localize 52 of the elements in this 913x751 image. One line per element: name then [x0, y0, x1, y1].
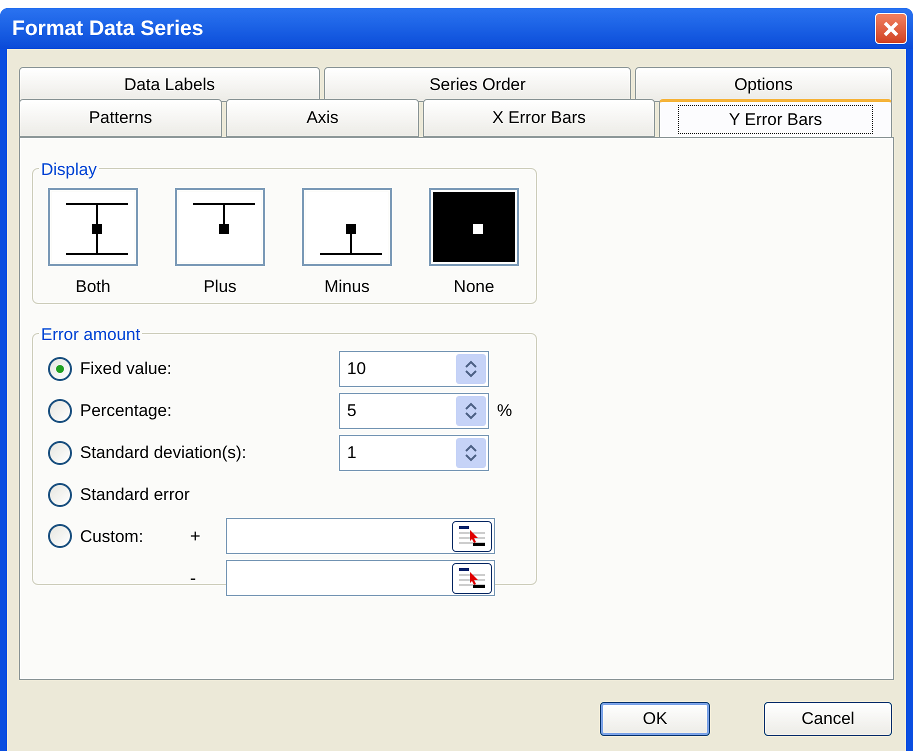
radio-button[interactable]: [48, 524, 72, 548]
spin-button[interactable]: [456, 396, 486, 426]
up-down-arrows-icon: [465, 443, 477, 463]
sign-label: +: [190, 524, 202, 548]
option-label: Plus: [203, 276, 237, 298]
option-label: Both: [76, 276, 110, 298]
reference-field[interactable]: [226, 518, 495, 554]
spin-button[interactable]: [456, 438, 486, 468]
number-field[interactable]: 5: [339, 393, 489, 429]
error-bar-icon: [65, 203, 129, 255]
radio-button[interactable]: [48, 399, 72, 423]
radio-button[interactable]: [48, 441, 72, 465]
close-icon: [882, 20, 900, 38]
tab[interactable]: X Error Bars: [423, 99, 655, 137]
option-label: Percentage:: [80, 400, 173, 422]
up-down-arrows-icon: [465, 401, 477, 421]
radio-button[interactable]: [48, 357, 72, 381]
collapse-dialog-button[interactable]: [452, 562, 492, 594]
cell-range-icon: [456, 566, 488, 590]
error-bar-option[interactable]: [175, 188, 265, 266]
option-label: Custom:: [80, 526, 144, 548]
collapse-dialog-button[interactable]: [452, 520, 492, 552]
error-bar-icon: [192, 203, 256, 234]
tab[interactable]: Options: [635, 67, 892, 102]
error-bar-icon: [319, 224, 383, 255]
error-bar-icon: [473, 224, 483, 234]
option-label: Fixed value:: [80, 358, 173, 380]
radio-button[interactable]: [48, 483, 72, 507]
option-label: Minus: [324, 276, 370, 298]
option-label: Standard deviation(s):: [80, 442, 248, 464]
tab[interactable]: Patterns: [19, 99, 222, 137]
up-down-arrows-icon: [465, 359, 477, 379]
reference-field[interactable]: [226, 560, 495, 596]
close-button[interactable]: [875, 13, 907, 44]
option-label: None: [454, 276, 494, 298]
dialog-button[interactable]: OK: [600, 702, 710, 736]
window-title: Format Data Series: [12, 16, 204, 42]
tab[interactable]: Axis: [226, 99, 419, 137]
number-field[interactable]: 1: [339, 435, 489, 471]
cell-range-icon: [456, 524, 488, 548]
unit-label: %: [497, 400, 512, 422]
tab[interactable]: Series Order: [324, 67, 631, 102]
tab[interactable]: Y Error Bars: [659, 99, 892, 137]
error-bar-option[interactable]: [48, 188, 138, 266]
sign-label: -: [190, 566, 197, 590]
tab[interactable]: Data Labels: [19, 67, 320, 102]
dialog-button[interactable]: Cancel: [764, 702, 892, 736]
spin-button[interactable]: [456, 354, 486, 384]
error-bar-option[interactable]: [302, 188, 392, 266]
option-label: Standard error: [80, 484, 190, 506]
number-field[interactable]: 10: [339, 351, 489, 387]
error-bar-option[interactable]: [429, 188, 519, 266]
